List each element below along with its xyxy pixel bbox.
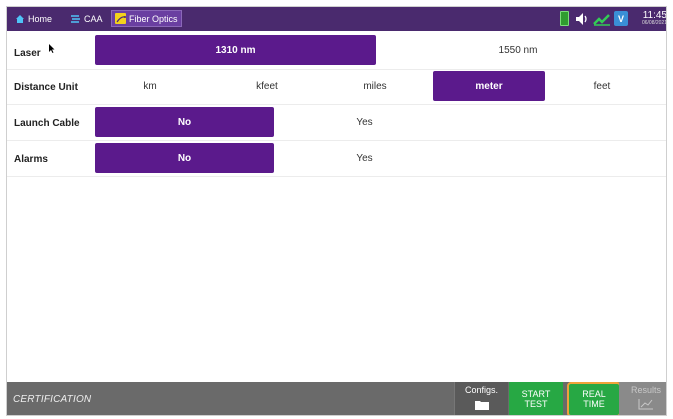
top-bar: Home CAA Fiber Optics V 11:45 06/08/2021 <box>7 7 666 31</box>
launch-cable-no[interactable]: No <box>95 107 274 137</box>
app-frame: Home CAA Fiber Optics V 11:45 06/08/2021 <box>6 6 667 416</box>
tab-home[interactable]: Home <box>11 10 55 27</box>
tab-home-label: Home <box>28 13 53 24</box>
tab-caa[interactable]: CAA <box>67 10 106 27</box>
results-chart-icon <box>638 398 654 413</box>
distance-unit-kfeet[interactable]: kfeet <box>212 71 322 101</box>
divider <box>7 140 666 141</box>
launch-cable-yes[interactable]: Yes <box>307 107 422 137</box>
start-test-label-2: TEST <box>524 398 548 409</box>
caa-icon <box>70 13 81 24</box>
real-time-label-2: TIME <box>583 398 605 409</box>
battery-icon <box>560 11 569 26</box>
tab-fiber-optics[interactable]: Fiber Optics <box>111 10 182 27</box>
results-button[interactable]: Results <box>619 382 666 415</box>
configs-button[interactable]: Configs. <box>454 382 508 415</box>
signal-icon <box>593 10 611 28</box>
distance-unit-feet[interactable]: feet <box>547 71 657 101</box>
mode-label: CERTIFICATION <box>13 394 92 405</box>
distance-unit-meter[interactable]: meter <box>433 71 545 101</box>
divider <box>7 176 666 177</box>
speaker-icon <box>574 10 590 28</box>
laser-option-1310[interactable]: 1310 nm <box>95 35 376 65</box>
tab-fiber-optics-label: Fiber Optics <box>129 13 178 24</box>
launch-cable-label: Launch Cable <box>14 118 80 129</box>
configs-label: Configs. <box>464 384 499 395</box>
laser-label: Laser <box>14 48 41 59</box>
clock-date: 06/08/2021 <box>641 20 667 26</box>
distance-unit-miles[interactable]: miles <box>320 71 430 101</box>
divider <box>7 104 666 105</box>
alarms-label: Alarms <box>14 154 48 165</box>
alarms-yes[interactable]: Yes <box>307 143 422 173</box>
distance-unit-km[interactable]: km <box>95 71 205 101</box>
clock: 11:45 06/08/2021 <box>633 10 667 28</box>
start-test-button[interactable]: START TEST <box>509 382 563 415</box>
tab-caa-label: CAA <box>84 13 103 24</box>
home-icon <box>14 13 25 24</box>
distance-unit-label: Distance Unit <box>14 82 78 93</box>
alarms-no[interactable]: No <box>95 143 274 173</box>
mouse-cursor-icon <box>49 40 55 58</box>
divider <box>7 69 666 70</box>
laser-option-1550[interactable]: 1550 nm <box>455 35 581 65</box>
results-label: Results <box>630 385 661 396</box>
device-badge-icon: V <box>614 11 628 26</box>
folder-icon <box>474 399 490 414</box>
real-time-button[interactable]: REAL TIME <box>567 382 621 415</box>
fiber-optics-icon <box>115 13 126 24</box>
bottom-bar: CERTIFICATION Configs. START TEST REAL T… <box>7 382 666 415</box>
